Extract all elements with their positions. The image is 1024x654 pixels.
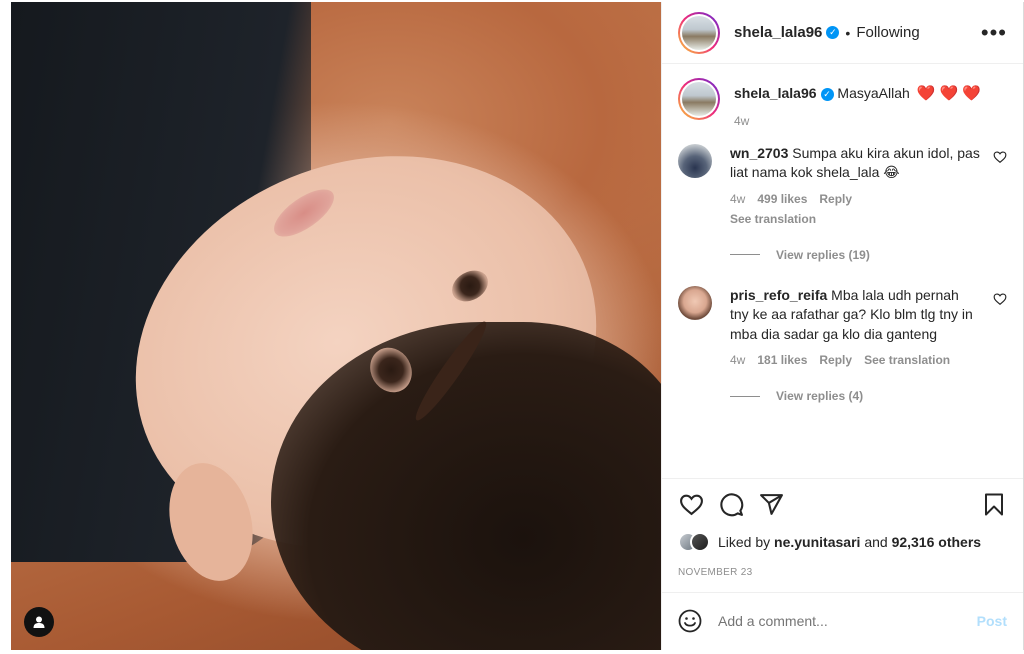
tagged-users-button[interactable]	[24, 607, 54, 637]
emoji-icon[interactable]	[678, 609, 702, 633]
comment-time[interactable]: 4w	[730, 192, 745, 206]
comment-username[interactable]: pris_refo_reifa	[730, 287, 827, 303]
avatar[interactable]	[678, 285, 712, 320]
post-photo[interactable]	[11, 2, 661, 650]
view-replies-button[interactable]: View replies (4)	[730, 389, 1007, 403]
reply-button[interactable]: Reply	[819, 353, 852, 367]
comment-input[interactable]	[718, 613, 977, 629]
avatar[interactable]	[678, 143, 712, 178]
heart-icon[interactable]	[993, 150, 1007, 164]
post-panel: shela_lala96 ✓ • Following ••• shela_lal…	[661, 2, 1024, 650]
heart-icon	[679, 494, 703, 515]
caption: shela_lala96 ✓ MasyaAllah ❤️ ❤️ ❤️ 4w	[678, 78, 1007, 128]
verified-icon: ✓	[820, 88, 834, 101]
caption-time[interactable]: 4w	[734, 114, 749, 128]
view-replies-label: View replies (19)	[776, 247, 870, 262]
see-translation-button[interactable]: See translation	[864, 353, 950, 367]
comment-likes[interactable]: 499 likes	[757, 192, 807, 206]
comment-item: pris_refo_reifa Mba lala udh pernah tny …	[678, 285, 1007, 367]
comments-section[interactable]: shela_lala96 ✓ MasyaAllah ❤️ ❤️ ❤️ 4w wn_…	[662, 64, 1023, 479]
comment-time[interactable]: 4w	[730, 353, 745, 367]
comment-username[interactable]: wn_2703	[730, 145, 788, 161]
post-header: shela_lala96 ✓ • Following •••	[662, 2, 1023, 64]
divider	[730, 254, 760, 255]
view-replies-button[interactable]: View replies (19)	[730, 248, 1007, 262]
more-horizontal-icon[interactable]: •••	[981, 21, 1007, 43]
divider	[730, 395, 760, 397]
story-ring[interactable]	[678, 11, 720, 54]
comment-likes[interactable]: 181 likes	[757, 353, 807, 367]
like-button[interactable]	[678, 491, 704, 517]
caption-text: MasyaAllah	[837, 85, 910, 101]
view-replies-label: View replies (4)	[776, 389, 864, 403]
post-button[interactable]: Post	[977, 613, 1007, 629]
paper-plane-icon	[759, 493, 783, 515]
share-button[interactable]	[758, 491, 784, 517]
likes-middle: and	[864, 534, 888, 550]
comment-button[interactable]	[718, 491, 744, 517]
save-button[interactable]	[981, 491, 1007, 517]
caption-avatar-ring[interactable]	[678, 78, 720, 120]
user-icon	[33, 616, 45, 628]
add-comment-bar: Post	[662, 593, 1023, 649]
likes-user[interactable]: ne.yunitasari	[774, 534, 860, 550]
reply-button[interactable]: Reply	[819, 192, 852, 206]
bookmark-icon	[985, 493, 1003, 515]
post-date[interactable]: NOVEMBER 23	[662, 555, 1023, 593]
see-translation-button[interactable]: See translation	[730, 212, 981, 226]
avatar[interactable]	[690, 532, 710, 552]
comment-item: wn_2703 Sumpa aku kira akun idol, pas li…	[678, 143, 1007, 226]
likes-summary: Liked by ne.yunitasari and 92,316 others	[662, 529, 1023, 555]
caption-emoji: ❤️ ❤️ ❤️	[916, 85, 982, 102]
following-button[interactable]: Following	[856, 24, 919, 41]
avatar	[682, 82, 716, 116]
likes-others[interactable]: 92,316 others	[892, 534, 982, 550]
comment-icon	[719, 492, 743, 516]
header-separator: •	[845, 24, 851, 41]
verified-icon: ✓	[826, 26, 840, 39]
likes-prefix: Liked by	[718, 534, 771, 550]
header-username[interactable]: shela_lala96	[734, 24, 822, 41]
caption-username[interactable]: shela_lala96	[734, 85, 817, 101]
avatar	[682, 15, 716, 50]
heart-icon[interactable]	[993, 292, 1007, 306]
action-bar	[662, 479, 1023, 529]
